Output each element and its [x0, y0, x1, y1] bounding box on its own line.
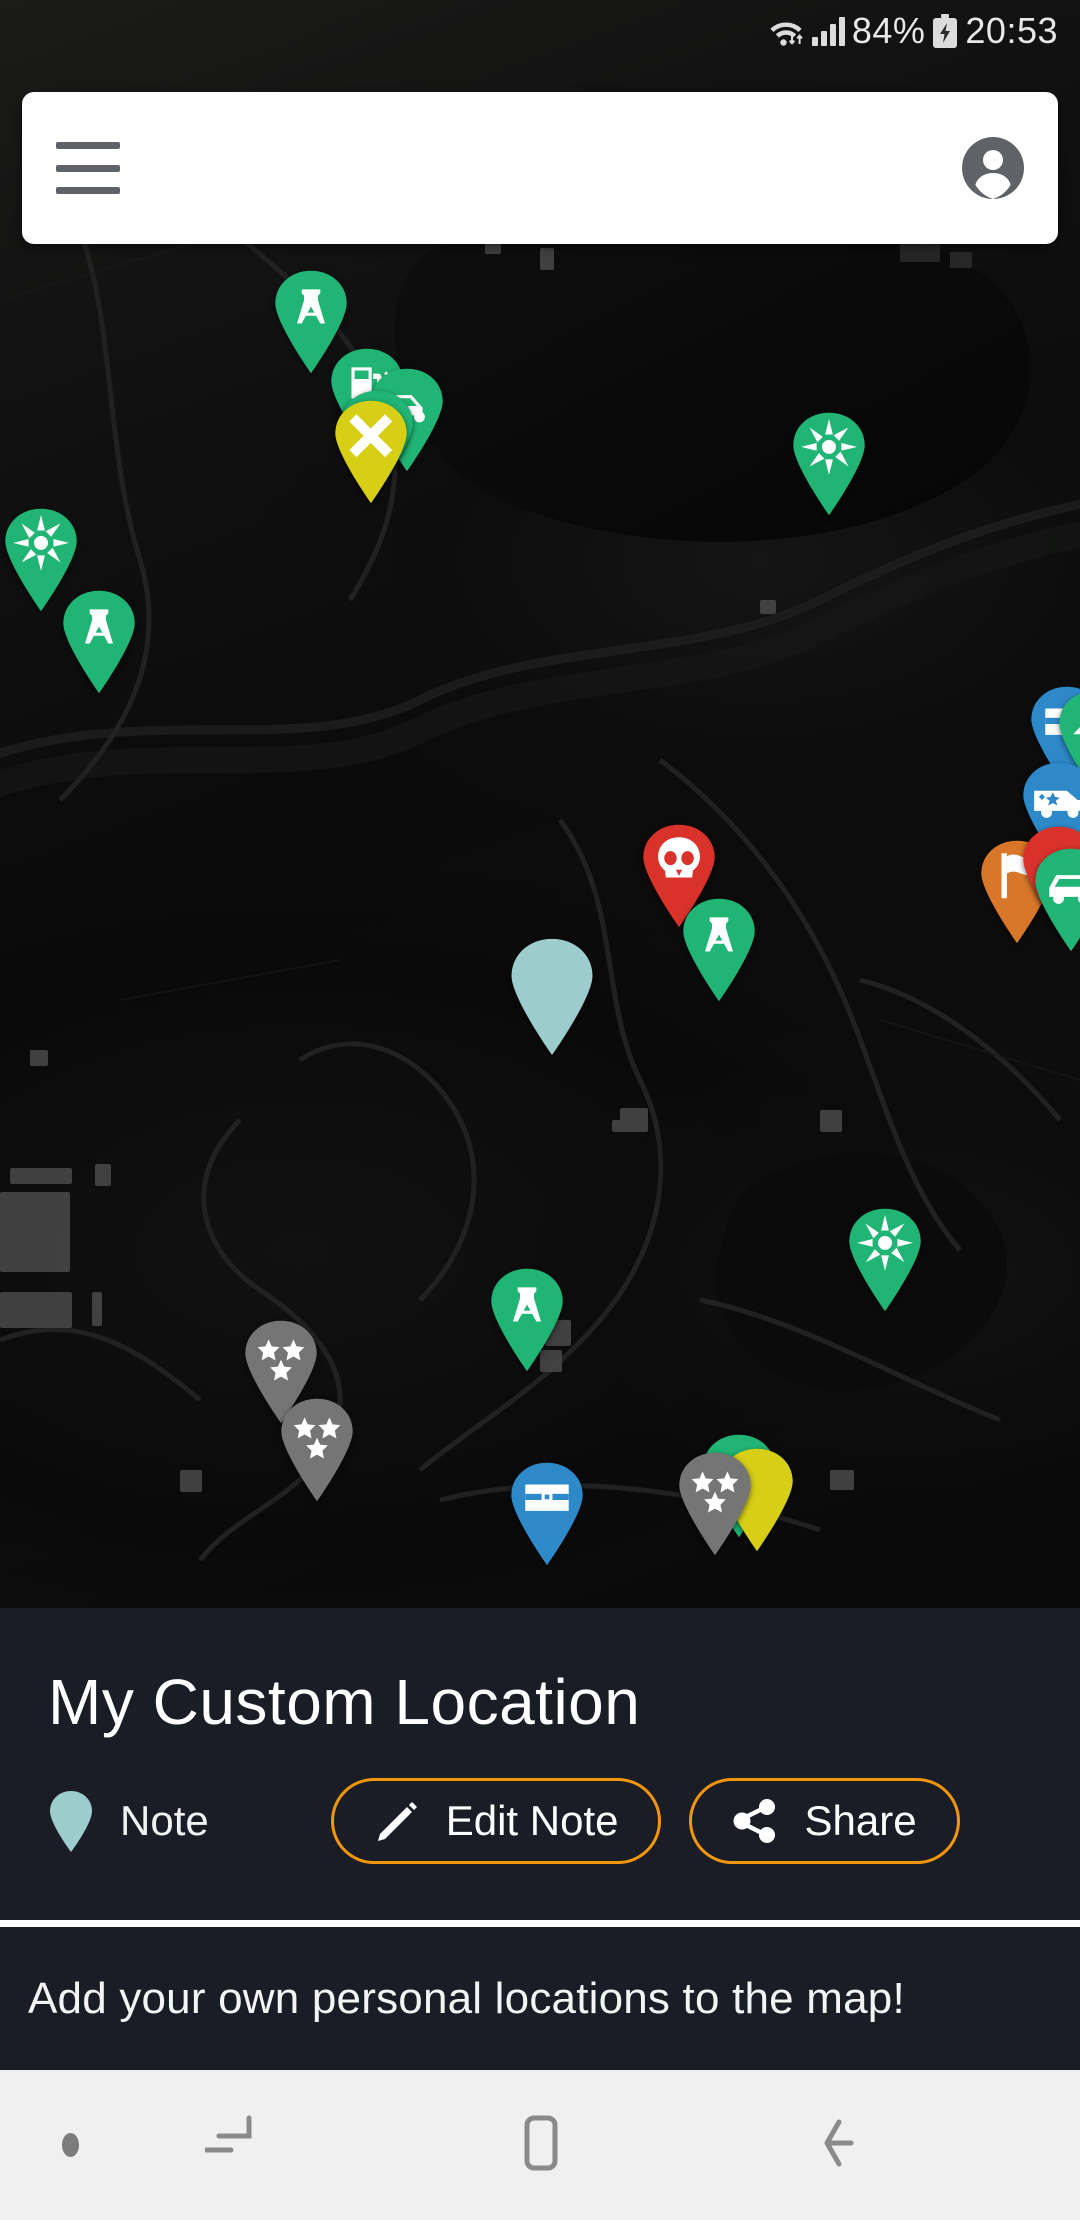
map-marker-custom-note-pin[interactable]: [508, 938, 596, 1056]
app-root: 84% 20:53 My Custom Location Note Edit N…: [0, 0, 1080, 2220]
share-label: Share: [804, 1797, 917, 1844]
note-indicator: Note: [48, 1790, 209, 1852]
search-app-bar[interactable]: [22, 92, 1058, 244]
hamburger-menu-icon[interactable]: [56, 142, 120, 194]
nav-indicator-dot: [62, 2133, 79, 2157]
account-circle-icon[interactable]: [962, 137, 1024, 199]
location-info-panel: My Custom Location Note Edit Note Share: [0, 1608, 1080, 1920]
map-marker-sunburst[interactable]: [790, 412, 868, 516]
page-title: My Custom Location: [48, 1666, 641, 1738]
map-marker-water-tower[interactable]: [680, 898, 758, 1002]
map-marker-crate[interactable]: [508, 1462, 586, 1566]
map-marker-water-tower[interactable]: [60, 590, 138, 694]
promo-banner-text: Add your own personal locations to the m…: [28, 1973, 905, 2023]
map-marker-sunburst[interactable]: [846, 1208, 924, 1312]
map-marker-water-tower[interactable]: [488, 1268, 566, 1372]
back-button[interactable]: [780, 2090, 900, 2200]
home-button[interactable]: [480, 2090, 600, 2200]
map-marker-x-mark[interactable]: [332, 400, 410, 504]
note-pin-icon: [48, 1790, 94, 1852]
pencil-icon: [374, 1798, 420, 1844]
share-icon: [732, 1798, 778, 1844]
note-label: Note: [120, 1797, 209, 1844]
home-square-icon: [505, 2108, 575, 2183]
promo-banner[interactable]: Add your own personal locations to the m…: [0, 1927, 1080, 2070]
map-marker-three-stars[interactable]: [278, 1398, 356, 1502]
map-marker-three-stars[interactable]: [676, 1452, 754, 1556]
map-marker-car[interactable]: [1032, 848, 1080, 952]
edit-note-label: Edit Note: [445, 1797, 619, 1844]
recents-icon: [198, 2108, 275, 2183]
back-arrow-icon: [805, 2108, 875, 2183]
edit-note-button[interactable]: Edit Note: [330, 1778, 662, 1864]
action-row: Note Edit Note Share: [48, 1778, 1032, 1864]
system-navigation-bar: [0, 2070, 1080, 2220]
share-button[interactable]: Share: [689, 1778, 960, 1864]
panel-divider: [0, 1920, 1080, 1927]
recents-button[interactable]: [180, 2090, 300, 2200]
